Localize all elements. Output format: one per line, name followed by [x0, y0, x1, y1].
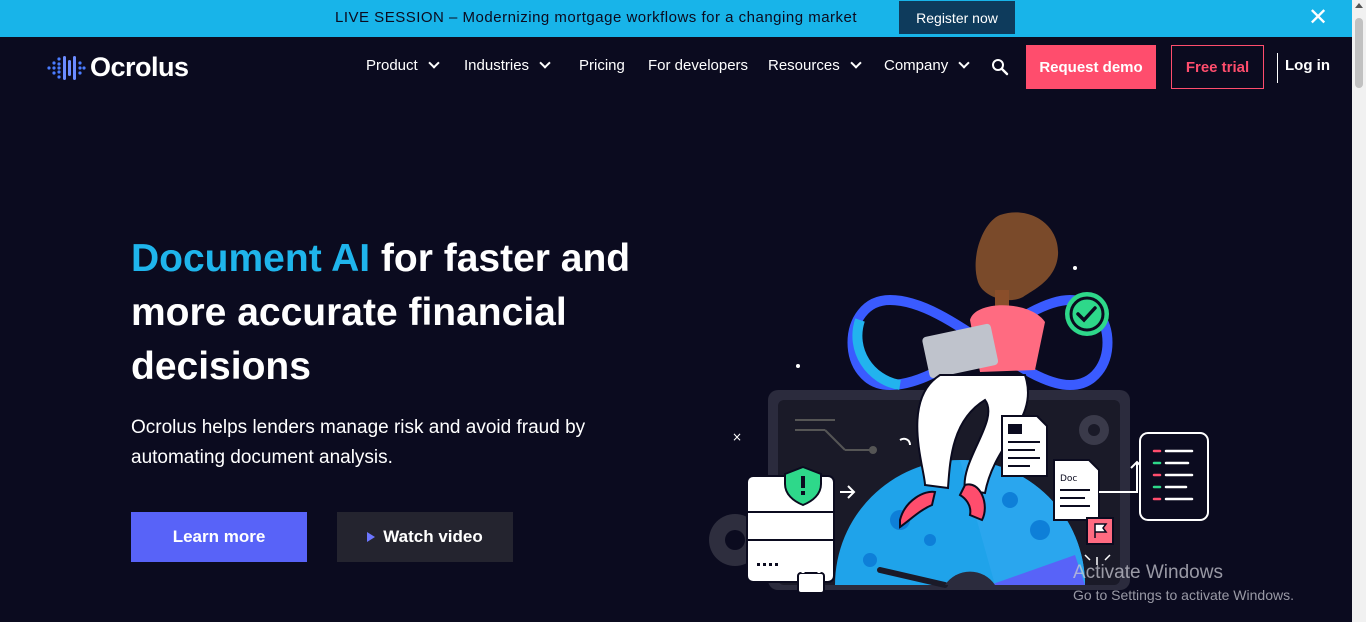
nav-item-label: Company — [884, 57, 949, 74]
nav-item-product[interactable]: Product — [366, 57, 440, 74]
hero-subtitle: Ocrolus helps lenders manage risk and av… — [131, 417, 586, 468]
scroll-up-arrow-icon[interactable] — [1355, 3, 1363, 8]
play-icon — [367, 532, 376, 542]
search-icon[interactable] — [991, 58, 1009, 76]
nav-item-label: For developers — [648, 57, 749, 74]
nav-item-pricing[interactable]: Pricing — [579, 57, 625, 74]
watermark-title: Activate Windows — [1073, 562, 1223, 583]
chevron-down-icon — [428, 57, 440, 69]
gear-icon — [1079, 415, 1109, 445]
nav-item-resources[interactable]: Resources — [768, 57, 862, 74]
watch-video-label: Watch video — [383, 527, 483, 546]
hero-illustration: × Doc — [709, 212, 1209, 594]
nav-item-industries[interactable]: Industries — [464, 57, 551, 74]
logo[interactable]: Ocrolus — [46, 52, 189, 83]
banner-text: LIVE SESSION – Modernizing mortgage work… — [335, 9, 858, 26]
windows-activation-watermark: Activate Windows Go to Settings to activ… — [1073, 562, 1294, 603]
scrollbar[interactable] — [1352, 0, 1366, 622]
free-trial-button[interactable]: Free trial — [1171, 45, 1264, 89]
nav-item-for-developers[interactable]: For developers — [648, 57, 748, 74]
svg-text:×: × — [732, 430, 742, 444]
watermark-subtitle: Go to Settings to activate Windows. — [1073, 587, 1294, 603]
ocrolus-logo-icon — [47, 55, 86, 80]
nav-item-label: Resources — [768, 57, 840, 74]
hero-title-accent: Document AI — [131, 237, 371, 280]
nav-item-label: Industries — [464, 57, 530, 74]
nav-item-company[interactable]: Company — [884, 57, 970, 74]
main-nav: Ocrolus Product Industries Pricing For d… — [0, 37, 1352, 97]
nav-divider — [1277, 53, 1278, 83]
doc-label: Doc — [1060, 474, 1077, 484]
learn-more-button[interactable]: Learn more — [131, 512, 307, 562]
scroll-thumb[interactable] — [1355, 18, 1363, 88]
request-demo-button[interactable]: Request demo — [1026, 45, 1156, 89]
close-icon[interactable]: ✕ — [1305, 5, 1331, 31]
hero-title: Document AI for faster and more accurate… — [131, 232, 691, 394]
announcement-banner: LIVE SESSION – Modernizing mortgage work… — [0, 0, 1352, 37]
chevron-down-icon — [958, 57, 970, 69]
register-now-button[interactable]: Register now — [899, 1, 1015, 34]
nav-item-label: Product — [366, 57, 418, 74]
logo-text: Ocrolus — [90, 52, 189, 82]
nav-item-label: Pricing — [579, 57, 625, 74]
chevron-down-icon — [539, 57, 551, 69]
chevron-down-icon — [850, 57, 862, 69]
login-link[interactable]: Log in — [1285, 57, 1330, 74]
watch-video-button[interactable]: Watch video — [337, 512, 513, 562]
